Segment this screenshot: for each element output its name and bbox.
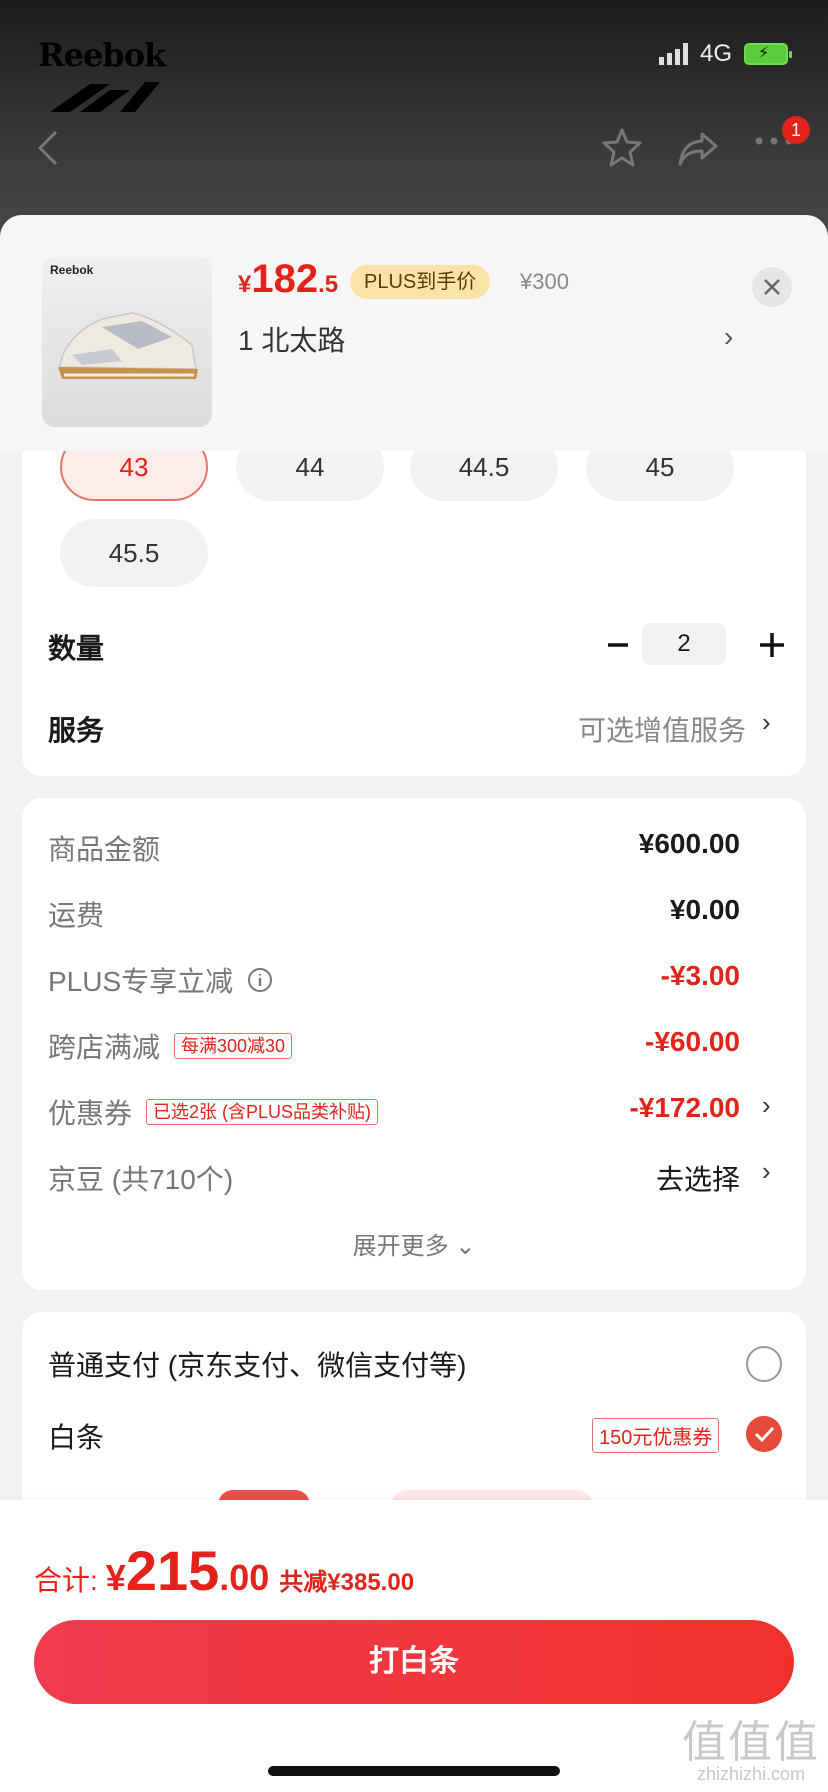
service-chevron-icon[interactable]: › <box>762 707 771 738</box>
chevron-down-icon: ⌄ <box>455 1233 476 1260</box>
total-label: 合计: <box>34 1565 98 1596</box>
info-icon[interactable] <box>247 967 273 993</box>
goods-amount-text: 商品金额 <box>48 834 161 865</box>
total-symbol: ¥ <box>105 1557 126 1598</box>
coupon-label[interactable]: 优惠券 已选2张 (含PLUS品类补贴) <box>48 1092 379 1132</box>
coupon-value[interactable]: -¥172.00 <box>629 1092 740 1124</box>
size-chip-45-5[interactable]: 45.5 <box>60 519 208 587</box>
price-decimal: .5 <box>318 271 339 298</box>
total-integer: 215 <box>125 1539 220 1602</box>
plus-discount-label: PLUS专享立减 <box>48 960 273 1000</box>
shipping-value: ¥0.00 <box>669 894 740 925</box>
normal-payment-radio[interactable] <box>746 1346 782 1382</box>
variant-chevron-icon[interactable]: › <box>724 321 733 353</box>
cross-store-tag: 每满300减30 <box>174 1033 293 1059</box>
shipping-text: 运费 <box>48 900 105 931</box>
header-nav: 1 <box>0 116 828 180</box>
watermark: 值值值 zhizhizhi.com <box>676 1706 826 1785</box>
sneaker-image-icon <box>58 312 198 379</box>
cross-store-label: 跨店满减 每满300减30 <box>48 1026 293 1066</box>
price-symbol: ¥ <box>238 271 252 298</box>
service-value[interactable]: 可选增值服务 <box>578 709 746 749</box>
notification-badge: 1 <box>782 116 810 144</box>
coupon-chevron-icon[interactable]: › <box>762 1090 771 1121</box>
plus-discount-value: -¥3.00 <box>660 960 740 991</box>
original-price: ¥300 <box>520 269 569 294</box>
product-header-background: Reebok 4G ⚡ 1 <box>0 0 828 250</box>
status-bar: 4G ⚡ <box>658 40 792 68</box>
signal-icon <box>658 43 688 65</box>
product-thumbnail: Reebok <box>42 257 212 427</box>
quantity-value[interactable]: 2 <box>642 623 726 665</box>
total-saved: 共减¥385.00 <box>279 1569 415 1596</box>
expand-more-button[interactable]: 展开更多 ⌄ <box>22 1226 806 1261</box>
home-indicator <box>268 1766 560 1776</box>
fee-breakdown-card: 商品金额 ¥600.00 运费 ¥0.00 PLUS专享立减 -¥3.00 跨店… <box>22 798 806 1290</box>
brand-logo-text: Reebok <box>38 36 166 74</box>
shipping-label: 运费 <box>48 894 104 934</box>
coupon-text: 优惠券 <box>48 1098 133 1129</box>
selected-variant[interactable]: 1 北太路 <box>238 319 345 359</box>
total-decimal: .00 <box>219 1557 270 1598</box>
size-chip-44-5[interactable]: 44.5 <box>410 451 558 501</box>
service-label: 服务 <box>48 715 105 746</box>
goods-amount-label: 商品金额 <box>48 828 160 868</box>
size-row-clip: 43 44 44.5 45 <box>22 451 806 501</box>
plus-price-tag: PLUS到手价 <box>350 265 491 299</box>
goods-amount-value: ¥600.00 <box>638 828 740 859</box>
check-icon[interactable] <box>746 1416 782 1452</box>
size-chip-44[interactable]: 44 <box>236 451 384 501</box>
beans-label: 京豆 (共710个) <box>48 1158 233 1198</box>
size-chip-45[interactable]: 45 <box>586 451 734 501</box>
plus-icon[interactable] <box>754 627 790 663</box>
battery-charging-icon: ⚡ <box>744 43 792 65</box>
watermark-url: zhizhizhi.com <box>696 1764 806 1784</box>
cross-store-text: 跨店满减 <box>48 1032 161 1063</box>
favorite-star-icon[interactable] <box>600 126 644 170</box>
total-amount: 合计: ¥ 215 .00 共减¥385.00 <box>34 1538 414 1603</box>
minus-icon[interactable] <box>600 627 636 663</box>
network-label: 4G <box>699 40 732 67</box>
size-chip-43[interactable]: 43 <box>60 451 208 501</box>
baitiao-coupon-tag: 150元优惠券 <box>592 1418 720 1453</box>
pay-baitiao-button[interactable]: 打白条 <box>34 1620 794 1704</box>
close-icon[interactable] <box>752 267 792 307</box>
payment-method-card: 普通支付 (京东支付、微信支付等) 白条 150元优惠券 <box>22 1312 806 1512</box>
coupon-tag: 已选2张 (含PLUS品类补贴) <box>146 1099 379 1125</box>
price-integer: 182 <box>251 257 319 301</box>
reebok-delta-icon <box>50 82 160 112</box>
brand-logo: Reebok <box>38 36 198 116</box>
product-summary: Reebok ¥ 182 .5 PLUS到手价 ¥300 1 北太路 › <box>0 215 828 451</box>
spec-card: 43 44 44.5 45 45.5 数量 2 服务 可选增值服务 › <box>22 451 806 776</box>
normal-payment-label[interactable]: 普通支付 (京东支付、微信支付等) <box>48 1344 466 1384</box>
plus-discount-text: PLUS专享立减 <box>48 966 234 997</box>
cross-store-value: -¥60.00 <box>645 1026 740 1057</box>
beans-chevron-icon[interactable]: › <box>762 1156 771 1187</box>
back-icon[interactable] <box>36 128 60 168</box>
beans-text: 京豆 (共710个) <box>48 1164 234 1195</box>
expand-more-text: 展开更多 <box>352 1233 449 1260</box>
beans-value[interactable]: 去选择 <box>656 1158 740 1198</box>
product-price: ¥ 182 .5 <box>238 257 338 302</box>
baitiao-label[interactable]: 白条 <box>48 1416 104 1456</box>
quantity-label: 数量 <box>48 633 105 664</box>
share-icon[interactable] <box>676 126 720 170</box>
watermark-logo: 值值值 <box>682 1718 820 1767</box>
checkout-bar: 合计: ¥ 215 .00 共减¥385.00 打白条 值值值 zhizhizh… <box>0 1500 828 1792</box>
